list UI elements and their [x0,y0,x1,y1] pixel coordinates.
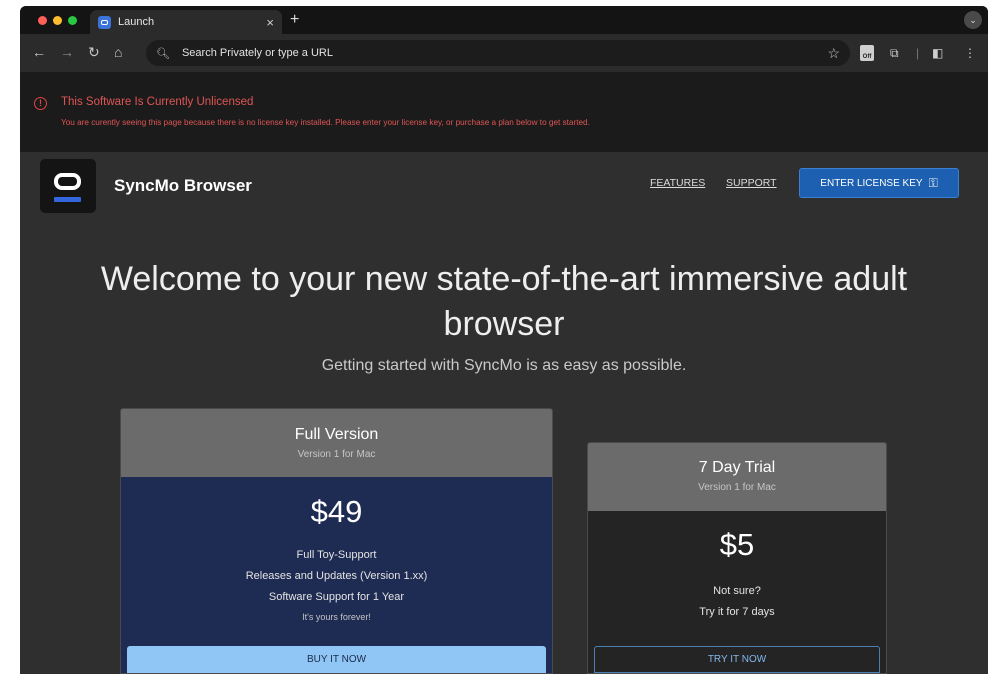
warning-text: You are curently seeing this page becaus… [61,118,590,127]
plan-feature: Releases and Updates (Version 1.xx) [245,570,428,582]
page-title: Welcome to your new state-of-the-art imm… [100,260,908,343]
syncmo-favicon-icon [98,15,111,29]
sidebar-icon[interactable]: ◧ [932,46,943,60]
syncmo-logo-icon[interactable] [40,159,96,213]
address-input[interactable]: Search Privately or type a URL [182,47,827,59]
extensions-icon[interactable]: ⧉ [890,46,899,60]
plan-feature: Try it for 7 days [699,606,775,618]
plan-price: $49 [310,494,363,529]
nav-features-link[interactable]: FEATURES [650,177,705,189]
try-it-now-button[interactable]: TRY IT NOW [594,646,880,673]
warning-icon: ! [34,97,47,110]
plan-card-header: 7 Day Trial Version 1 for Mac [588,443,886,511]
address-bar[interactable]: 🔍︎ Search Privately or type a URL ☆ [146,40,850,66]
key-icon: ⚿ [928,175,938,190]
new-tab-button[interactable]: + [290,12,299,28]
forward-icon[interactable]: → [60,44,74,60]
close-window-button[interactable] [38,16,47,25]
home-icon[interactable]: ⌂ [114,44,122,60]
buy-it-now-button[interactable]: BUY IT NOW [127,646,546,673]
menu-icon[interactable]: ⋮ [964,46,976,60]
tab-launch[interactable]: Launch × [90,10,282,34]
plan-card-trial: 7 Day Trial Version 1 for Mac $5 Not sur… [587,442,887,674]
page-content: SyncMo Browser FEATURES SUPPORT ENTER LI… [20,152,988,674]
license-warning-banner: ! This Software Is Currently Unlicensed … [20,72,988,152]
plan-note: It's yours forever! [302,612,371,622]
plan-title: 7 Day Trial [698,459,776,476]
reload-icon[interactable]: ↻ [88,44,100,60]
warning-title: This Software Is Currently Unlicensed [61,96,254,108]
toolbar-divider: | [916,46,920,60]
browser-toolbar: ← → ↻ ⌂ 🔍︎ Search Privately or type a UR… [20,34,988,72]
plan-card-full-version: Full Version Version 1 for Mac $49 Full … [120,408,553,674]
enter-license-key-button[interactable]: ENTER LICENSE KEY ⚿ [799,168,959,198]
back-icon[interactable]: ← [32,44,46,60]
plan-card-header: Full Version Version 1 for Mac [121,409,552,477]
close-tab-icon[interactable]: × [266,16,274,29]
minimize-window-button[interactable] [53,16,62,25]
plan-feature: Not sure? [713,585,761,597]
nav-support-link[interactable]: SUPPORT [726,177,777,189]
browser-window: Launch × + ⌄ ← → ↻ ⌂ 🔍︎ Search Privately… [20,6,988,674]
plan-title: Full Version [294,426,379,443]
plan-feature: Full Toy-Support [296,549,377,561]
tab-search-button[interactable]: ⌄ [964,11,982,29]
extension-off-badge[interactable]: Off [860,45,874,61]
page-subtitle: Getting started with SyncMo is as easy a… [321,357,687,374]
plan-price: $5 [719,527,755,562]
plan-version: Version 1 for Mac [297,449,376,460]
plan-feature: Software Support for 1 Year [268,591,405,603]
tab-title: Launch [118,16,155,28]
license-button-label: ENTER LICENSE KEY [820,177,923,189]
search-icon: 🔍︎ [156,47,170,60]
plan-card-body: $49 Full Toy-Support Releases and Update… [121,477,552,673]
star-icon[interactable]: ☆ [827,45,840,62]
brand-name[interactable]: SyncMo Browser [114,176,252,196]
plan-version: Version 1 for Mac [698,482,776,493]
zoom-window-button[interactable] [68,16,77,25]
tab-bar: Launch × + ⌄ [20,6,988,34]
